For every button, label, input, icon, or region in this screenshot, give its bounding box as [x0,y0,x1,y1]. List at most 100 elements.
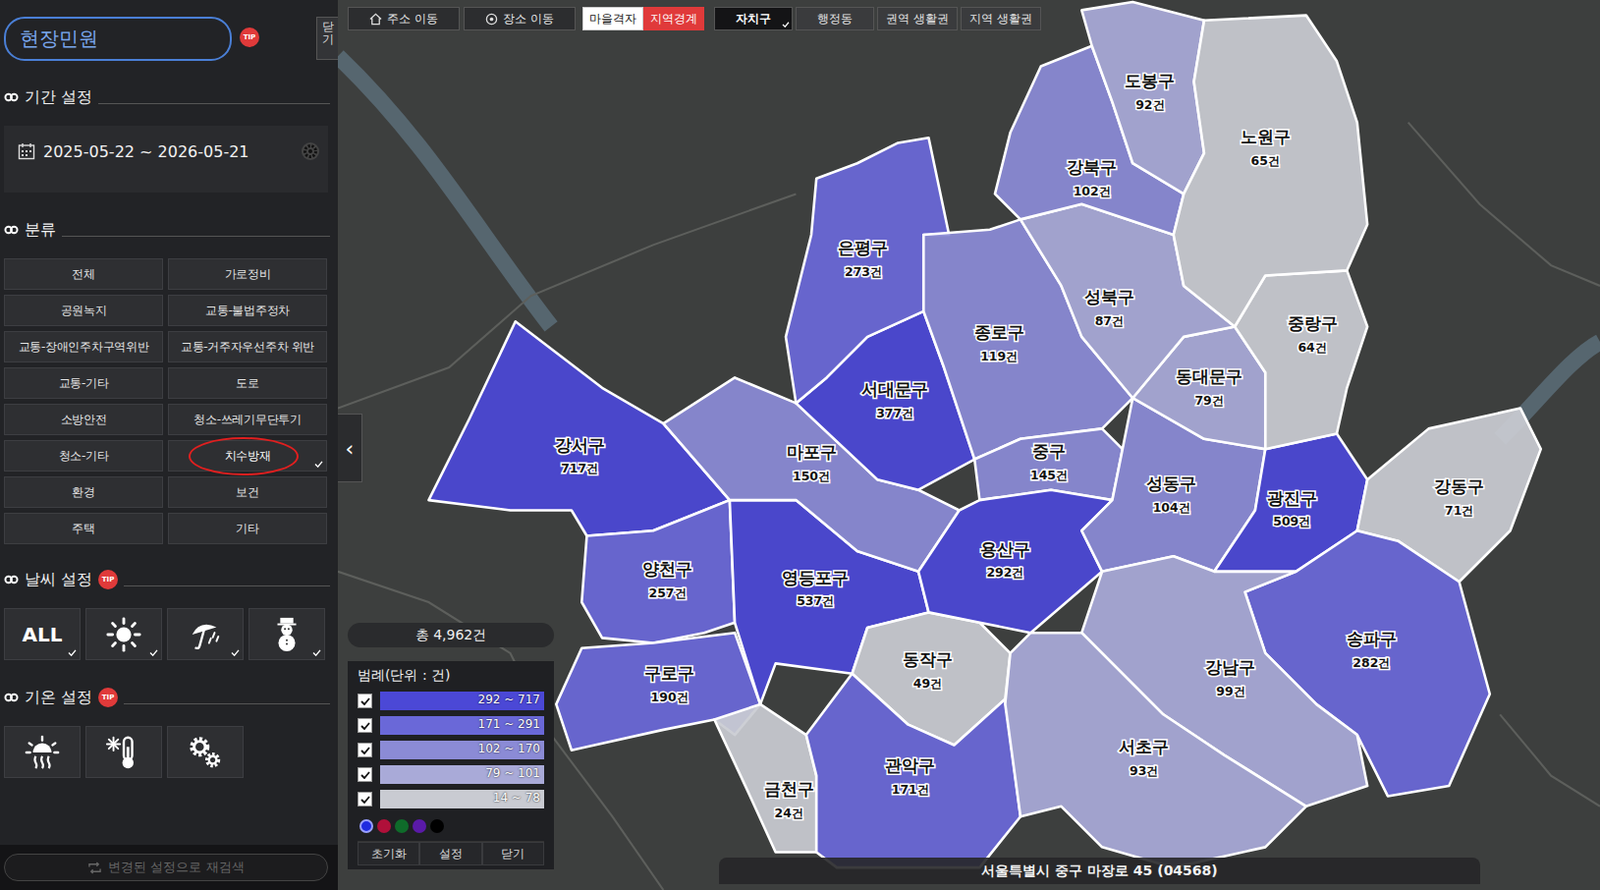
district-count: 292건 [986,564,1024,580]
weather-button[interactable] [85,607,163,661]
tip-badge[interactable]: TIP [239,27,260,48]
district-name: 영등포구 [781,568,849,588]
district-count: 717건 [560,460,599,476]
legend-checkbox[interactable] [357,767,373,782]
weather-button[interactable]: ALL [3,607,81,661]
district-label: 용산구 292건 [980,540,1031,581]
section-header: 기온 설정TIP [0,686,338,709]
category-button[interactable]: 교통-불법주정차 [167,294,328,327]
category-button[interactable]: 보건 [167,476,328,508]
legend-checkbox[interactable] [357,791,373,807]
palette-dot[interactable] [394,819,409,833]
district-area[interactable] [714,704,817,853]
district-name: 서초구 [1118,737,1169,757]
unit-button[interactable]: 행정동 [795,6,875,31]
category-button[interactable]: 청소-쓰레기무단투기 [167,403,328,436]
district-area[interactable] [918,490,1112,633]
tip-badge[interactable]: TIP [98,569,118,590]
category-button[interactable]: 청소-기타 [3,440,164,472]
research-label: 변경된 설정으로 재검색 [108,858,244,877]
district-area[interactable] [1173,15,1368,328]
category-label: 교통-거주자우선주차 위반 [180,338,315,356]
nav-button[interactable]: 주소 이동 [347,6,460,31]
unit-button[interactable]: 권역 생활권 [877,6,958,31]
palette-dot[interactable] [359,819,374,833]
category-label: 도로 [235,375,259,392]
collapse-tab[interactable]: ‹ [337,413,363,483]
category-button[interactable]: 도로 [167,367,328,399]
temperature-button[interactable] [85,725,163,778]
category-button[interactable]: 환경 [3,476,164,508]
legend-row: 14 ~ 78 [357,788,545,810]
temperature-button[interactable] [3,725,81,778]
legend-button[interactable]: 초기화 [357,841,420,866]
nav-label: 주소 이동 [386,10,439,28]
weather-button[interactable] [248,607,326,661]
palette-dot[interactable] [412,819,427,833]
layer-button[interactable]: 지역경계 [643,6,705,31]
section-header: 분류 [0,219,338,241]
research-button[interactable]: 변경된 설정으로 재검색 [3,853,329,882]
category-label: 가로정비 [224,266,272,283]
category-button[interactable]: 주택 [3,512,164,545]
district-area[interactable] [1234,270,1368,449]
district-area[interactable] [1004,632,1306,868]
palette-dot[interactable] [430,819,444,833]
district-count: 93건 [1129,763,1159,778]
section-line [61,235,331,237]
district-name: 중구 [1032,441,1066,461]
check-icon [360,771,371,779]
unit-button[interactable]: 자치구 [714,6,793,31]
home-icon [369,12,383,26]
unit-label: 지역 생활권 [969,10,1033,28]
district-label: 중구145건 [1030,441,1068,483]
category-label: 교통-불법주정차 [205,302,290,320]
district-area[interactable] [806,673,1021,868]
category-button[interactable]: 가로정비 [167,258,328,290]
district-label: 마포구150건 [786,442,837,484]
close-tab[interactable]: 닫기 [316,16,338,60]
category-button[interactable]: 전체 [3,258,164,290]
legend-button[interactable]: 닫기 [482,841,545,866]
legend-checkbox[interactable] [357,742,373,758]
category-button[interactable]: 교통-거주자우선주차 위반 [167,331,328,363]
tip-badge[interactable]: TIP [98,687,118,708]
gear-icon[interactable] [300,141,321,162]
weather-row: ALL [3,607,338,661]
category-button[interactable]: 공원녹지 [3,294,164,327]
legend-checkbox[interactable] [357,693,373,709]
map[interactable]: 강서구717건양천구257건구로구190건금천구24건영등포구537건동작구49… [337,0,1600,890]
district-label: 강동구71건 [1434,477,1485,518]
category-button[interactable]: 치수방재 [167,440,328,472]
district-count: 87건 [1095,313,1124,329]
settings-gears-icon [186,733,224,772]
temperature-button[interactable] [166,725,244,778]
category-button[interactable]: 소방안전 [3,403,164,436]
title-field[interactable]: 현장민원 [3,16,232,61]
legend-bar: 102 ~ 170 [380,740,545,760]
legend-checkbox[interactable] [357,717,373,733]
category-button[interactable]: 기타 [167,512,328,545]
legend-row: 292 ~ 717 [357,690,545,712]
map-ground [337,0,1600,890]
unit-label: 자치구 [735,10,772,28]
unit-label: 행정동 [817,10,853,28]
unit-button[interactable]: 지역 생활권 [960,6,1042,31]
category-button[interactable]: 교통-장애인주차구역위반 [3,331,164,363]
weather-button[interactable] [166,607,244,661]
category-label: 청소-쓰레기무단투기 [193,411,301,429]
cold-thermometer-icon [105,733,143,772]
refresh-icon [87,861,103,875]
legend-button[interactable]: 설정 [419,841,482,866]
category-button[interactable]: 교통-기타 [3,367,164,399]
district-name: 용산구 [980,540,1031,559]
check-icon [149,649,159,657]
layer-button[interactable]: 마을격자 [582,6,644,31]
palette-dot[interactable] [377,819,391,833]
district-name: 금천구 [764,779,815,799]
district-label: 강남구99건 [1205,658,1256,699]
district-label: 관악구171건 [884,756,936,797]
nav-button[interactable]: 장소 이동 [463,6,576,31]
district-area[interactable] [581,499,735,643]
date-field[interactable]: 2025-05-22 ~ 2026-05-21 [3,137,329,166]
